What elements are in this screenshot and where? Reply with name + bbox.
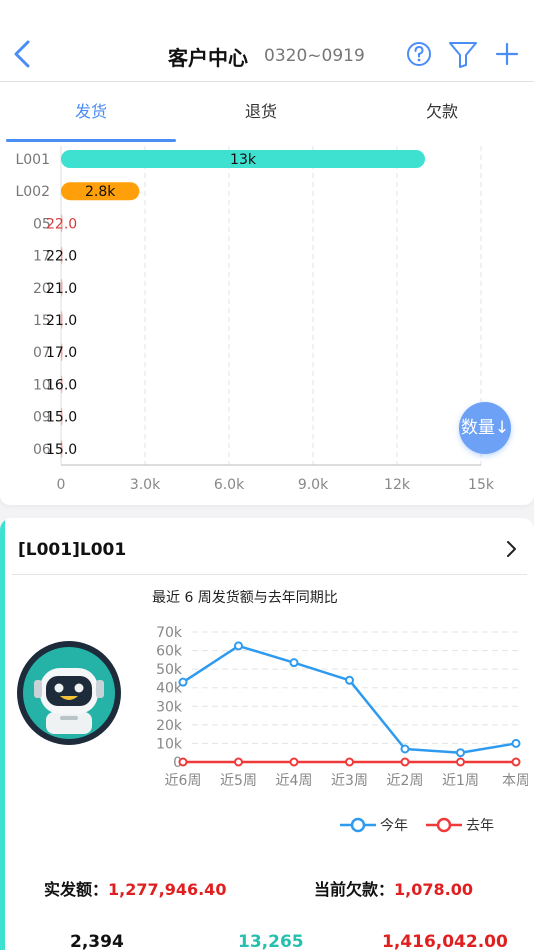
data-point <box>234 757 243 767</box>
data-point <box>345 675 354 685</box>
x-tick-label: 近1周 <box>442 773 479 789</box>
bar-data-label: 15.0 <box>46 410 77 426</box>
x-tick-label: 近3周 <box>331 773 368 789</box>
legend-this-year[interactable]: 今年 <box>340 815 408 835</box>
top-nav-bar: 客户中心 0320~0919 <box>0 0 534 82</box>
legend-label: 去年 <box>466 818 494 834</box>
shipped-value: 1,277,946.40 <box>108 880 227 899</box>
filter-icon <box>449 42 477 68</box>
data-point <box>456 757 465 767</box>
robot-avatar <box>16 640 122 746</box>
debt-label: 当前欠款： <box>314 880 395 899</box>
data-point <box>511 738 521 748</box>
tab-bar: 发货 退货 欠款 <box>0 82 534 142</box>
y-tick-label: 20k <box>156 718 183 734</box>
debt-value: 1,078.00 <box>394 880 473 899</box>
x-tick-label: 0 <box>57 477 66 493</box>
y-tick-label: 10k <box>156 736 183 752</box>
customer-title: [L001]L001 <box>18 540 127 560</box>
filter-button[interactable] <box>447 38 477 70</box>
data-point <box>178 677 188 687</box>
shipped-label: 实发额： <box>44 880 109 899</box>
divider <box>12 574 527 575</box>
bar-data-label: 15.0 <box>46 442 77 458</box>
bar-data-label: 13k <box>230 152 257 168</box>
bar-data-label: 16.0 <box>46 377 77 393</box>
bar-data-label: 22.0 <box>46 249 77 265</box>
bar-data-label: 21.0 <box>46 281 77 297</box>
add-button[interactable] <box>492 38 522 70</box>
tab-debt[interactable]: 欠款 <box>356 82 528 142</box>
x-tick-label: 近2周 <box>387 773 424 789</box>
help-button[interactable] <box>404 38 434 70</box>
bar-data-label: 17.0 <box>46 345 77 361</box>
bar-data-label: 21.0 <box>46 313 77 329</box>
x-tick-label: 6.0k <box>214 477 245 493</box>
y-tick-label: 30k <box>156 699 183 715</box>
y-tick-label: 60k <box>156 644 183 660</box>
data-point <box>289 757 299 767</box>
weekly-line-chart: 010k20k30k40k50k60k70k近6周 近5周 近4周 近3周 近2周 近1周… <box>156 625 528 789</box>
robot-avatar-icon <box>17 641 121 745</box>
x-tick-label: 近4周 <box>276 773 313 789</box>
current-debt: 当前欠款：1,078.00 <box>314 876 473 900</box>
legend-last-year[interactable]: 去年 <box>426 815 494 835</box>
category-label: L001 <box>15 152 50 168</box>
page-title: 客户中心 <box>168 46 248 70</box>
help-circle-icon <box>407 42 431 66</box>
bar-data-label: 2.8k <box>85 184 116 200</box>
y-tick-label: 70k <box>156 625 183 641</box>
shipped-amount: 实发额：1,277,946.40 <box>44 876 226 900</box>
sort-quantity-button[interactable]: 数量↓ <box>459 402 511 454</box>
card-accent-bar <box>0 518 5 950</box>
data-point <box>511 757 521 767</box>
bottom-stat-quantity: 13,265 <box>238 932 304 950</box>
bottom-stat-count: 2,394 <box>70 932 124 950</box>
tab-shipping[interactable]: 发货 <box>6 82 176 142</box>
x-tick-label: 9.0k <box>298 477 329 493</box>
x-tick-label: 近6周 <box>165 773 202 789</box>
series-line <box>182 644 517 754</box>
customer-card[interactable]: [L001]L001 最近 6 周发货额与去年同期比 0 10k 20k 30k 40k… <box>0 518 534 950</box>
data-point <box>400 757 410 767</box>
ranking-bar-chart: 0 3.0k 6.0k 9.0k 12k 15kL001 13kL002 2.8k0522.0… <box>15 146 495 493</box>
ranking-chart-card: 0 3.0k 6.0k 9.0k 12k 15k L001 13k L002 2.8k 05 22.0… <box>0 142 534 505</box>
data-point <box>400 744 410 754</box>
tab-returns[interactable]: 退货 <box>176 82 346 142</box>
legend-line-red-icon <box>426 817 462 833</box>
data-point <box>456 748 465 758</box>
x-tick-label: 12k <box>384 477 411 493</box>
date-range: 0320~0919 <box>264 46 365 66</box>
chevron-left-icon <box>14 40 30 68</box>
x-tick-label: 近5周 <box>220 773 257 789</box>
category-label: L002 <box>15 184 50 200</box>
data-point <box>345 757 354 767</box>
legend-label: 今年 <box>380 818 408 834</box>
x-tick-label: 3.0k <box>130 477 161 493</box>
legend-line-blue-icon <box>340 817 376 833</box>
line-legend: 今年 去年 <box>340 815 530 837</box>
plus-icon <box>495 42 519 66</box>
x-tick-label: 15k <box>468 477 495 493</box>
data-point <box>234 641 243 651</box>
data-point <box>178 757 188 767</box>
bottom-stat-amount: 1,416,042.00 <box>382 932 508 950</box>
customer-detail-button[interactable] <box>500 538 522 560</box>
back-button[interactable] <box>8 36 36 72</box>
bar-data-label: 22.0 <box>46 216 77 232</box>
line-chart-title: 最近 6 周发货额与去年同期比 <box>152 590 338 606</box>
y-tick-label: 50k <box>156 662 183 678</box>
chevron-right-icon <box>507 541 516 557</box>
x-tick-label: 本周 <box>502 773 528 789</box>
data-point <box>289 658 299 668</box>
